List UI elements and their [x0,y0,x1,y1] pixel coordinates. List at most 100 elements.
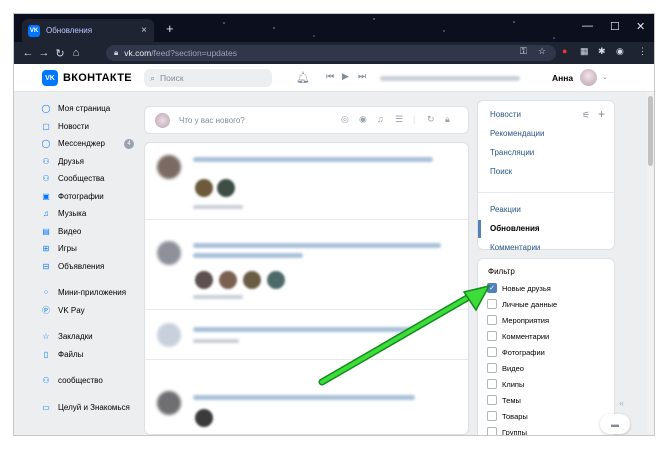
minimize-button[interactable]: — [582,20,593,32]
sidebar-item[interactable]: ◯ Мессенджер 4 [40,135,140,153]
section-link[interactable]: Рекомендации [490,129,544,138]
maximize-button[interactable]: ☐ [610,20,620,33]
settings-sliders-icon[interactable]: ⚟ [582,110,590,121]
extension-grid-icon[interactable]: ▦ [580,46,589,57]
extension-icon[interactable]: ● [562,46,567,56]
clock-icon[interactable]: ↻ [427,114,435,125]
sidebar-item-label: Мини-приложения [58,288,127,298]
address-bar[interactable]: 🔒︎ vk.com /feed?section=updates [106,45,556,61]
friend-thumbnail[interactable] [217,179,235,197]
friend-icon: ⚇ [42,156,50,166]
notifications-bell-icon[interactable]: 🔔︎ [296,71,310,84]
home-icon[interactable]: ⌂ [68,47,84,59]
sidebar-separator [40,390,140,399]
filter-checkbox-item[interactable]: Темы [487,395,521,405]
sidebar-item[interactable]: ⚇ Сообщества [40,170,140,188]
section-link[interactable]: Комментарии [490,243,540,252]
sidebar-item[interactable]: ▯ Файлы [40,346,140,364]
avatar[interactable] [157,155,181,179]
friend-thumbnail[interactable] [267,271,285,289]
next-track-icon[interactable]: ⏭ [358,71,366,82]
tab-close-icon[interactable]: × [141,25,147,36]
key-icon[interactable]: ⚿ [520,46,527,57]
ads-icon: ⊟ [42,261,50,271]
lock-icon[interactable]: 🔒︎ [445,114,450,125]
status-badge: 4 [124,138,134,149]
sidebar-item[interactable]: ⊟ Объявления [40,258,140,276]
sidebar-item[interactable]: Ⓟ VK Pay [40,302,140,320]
menu-dots-icon[interactable]: ⋮ [638,46,647,57]
search-input[interactable]: ⌕ Поиск [144,69,272,87]
section-link[interactable]: Обновления [490,224,540,233]
close-window-button[interactable]: ✕ [636,20,645,33]
filter-checkbox-item[interactable]: Мероприятия [487,315,549,325]
avatar[interactable] [157,241,181,265]
sidebar-item[interactable]: ☆ Закладки [40,328,140,346]
sidebar-item[interactable]: ⚇ Друзья [40,153,140,171]
sidebar-item[interactable]: ♫ Музыка [40,205,140,223]
new-tab-button[interactable]: + [166,21,174,36]
friend-thumbnail[interactable] [195,409,213,427]
filter-checkbox-item[interactable]: Личные данные [487,299,557,309]
filter-label: Клипы [502,379,525,389]
scrollbar-thumb[interactable] [648,96,653,166]
section-link[interactable]: Поиск [490,167,512,176]
filter-label: Комментарии [502,331,550,341]
play-icon[interactable]: ▶ [342,71,349,82]
filter-checkbox-item[interactable]: Фотографии [487,347,545,357]
forward-icon[interactable]: → [36,47,52,59]
checkbox[interactable] [487,427,497,435]
friend-thumbnail[interactable] [243,271,261,289]
sidebar-item[interactable]: ⊞ Игры [40,240,140,258]
browser-tab[interactable]: VK Обновления × [22,19,154,42]
browser-toolbar: ← → ↻ ⌂ 🔒︎ vk.com /feed?section=updates … [14,42,654,64]
friend-thumbnail[interactable] [195,271,213,289]
add-icon[interactable]: + [598,107,605,121]
vkpay-icon: Ⓟ [42,305,50,315]
avatar[interactable] [580,69,597,86]
filter-checkbox-item[interactable]: Группы [487,427,527,435]
reload-icon[interactable]: ↻ [52,47,68,60]
puzzle-icon[interactable]: ✱ [598,46,606,57]
sidebar-item[interactable]: ⁘ Мини-приложения [40,284,140,302]
filter-checkbox-item[interactable]: ✓ Новые друзья [487,283,551,293]
filter-checkbox-item[interactable]: Комментарии [487,331,549,341]
profile-avatar-icon[interactable]: ◉ [616,46,624,57]
back-icon[interactable]: ← [20,47,36,59]
text-icon[interactable]: ☰ [395,114,403,125]
user-name[interactable]: Анна [552,73,573,83]
filter-checkbox-item[interactable]: Товары [487,411,528,421]
music-icon: ♫ [43,209,49,219]
compose-placeholder[interactable]: Что у вас нового? [179,116,245,125]
video-icon[interactable]: ◉ [359,114,367,125]
friend-thumbnail[interactable] [219,271,237,289]
section-link[interactable]: Реакции [490,205,521,214]
music-icon[interactable]: ♫ [377,114,384,124]
collapse-icon[interactable]: « [619,398,624,408]
sidebar-item[interactable]: ▭ Целуй и Знакомься [40,399,140,417]
sidebar-item[interactable]: ◯ Моя страница [40,100,140,118]
messages-button[interactable]: ▬ [600,414,630,434]
prev-track-icon[interactable]: ⏮ [326,71,334,82]
divider: | [413,114,416,124]
section-link[interactable]: Новости [490,110,521,119]
sidebar-item-label: Моя страница [58,104,111,114]
star-icon[interactable]: ☆ [538,46,546,57]
scrollbar[interactable] [647,92,654,435]
sidebar-item[interactable]: ⚇ сообщество [40,372,140,390]
friend-thumbnail[interactable] [195,179,213,197]
avatar[interactable] [157,323,181,347]
chevron-down-icon[interactable]: ⌄ [602,73,608,81]
camera-icon[interactable]: ◎ [341,114,349,125]
sidebar-item[interactable]: ▢ Новости [40,118,140,136]
sidebar-item-label: Объявления [58,261,105,271]
avatar[interactable] [157,391,181,415]
checkbox[interactable] [487,395,497,405]
sidebar-item[interactable]: ▣ Фотографии [40,188,140,206]
checkbox[interactable] [487,411,497,421]
sidebar-item[interactable]: ▤ Видео [40,223,140,241]
section-link[interactable]: Трансляции [490,148,534,157]
sidebar-item-label: Игры [58,244,77,254]
compose-box[interactable]: Что у вас нового? ◎ ◉ ♫ ☰ | ↻ 🔒︎ [144,106,469,134]
vk-logo[interactable]: VK ВКОНТАКТЕ [42,70,132,86]
